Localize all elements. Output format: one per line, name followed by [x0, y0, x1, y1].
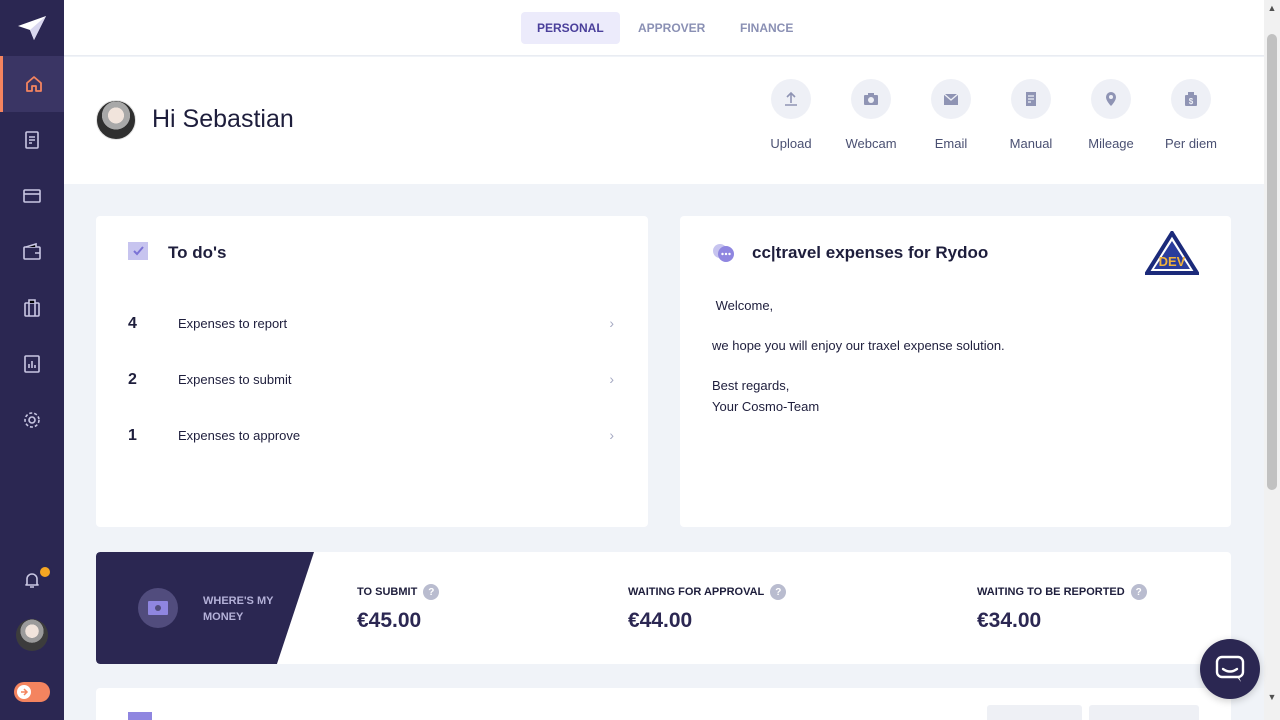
todo-title: To do's	[168, 243, 227, 262]
chat-icon	[1215, 655, 1245, 682]
banknote-icon	[138, 588, 178, 628]
todo-card: To do's 4 Expenses to report › 2 Expense…	[96, 216, 648, 527]
stat-label: WAITING FOR APPROVAL	[628, 586, 765, 598]
card-section-icon	[128, 712, 152, 720]
partial-button[interactable]	[1089, 705, 1199, 720]
wallet-icon	[23, 242, 41, 260]
tab-finance[interactable]: FINANCE	[724, 12, 809, 44]
stat-value: €44.00	[628, 609, 693, 632]
chat-launcher-button[interactable]	[1200, 639, 1260, 699]
todo-item-approve[interactable]: 1 Expenses to approve ›	[128, 427, 614, 451]
help-icon[interactable]: ?	[770, 584, 787, 600]
report-chart-icon	[24, 355, 40, 373]
user-avatar[interactable]	[96, 100, 136, 140]
card-icon	[23, 189, 41, 203]
sidebar-collapse-toggle[interactable]	[14, 682, 50, 702]
wheres-my-money-panel: WHERE'S MY MONEY TO SUBMIT? €45.00 WAITI…	[96, 552, 1231, 664]
greeting-header: Hi Sebastian Upload Webcam Email Manual …	[64, 57, 1264, 184]
chat-bubble-icon	[713, 244, 734, 262]
logo-text: DEV	[1159, 254, 1186, 269]
rydoo-logo[interactable]	[0, 0, 64, 56]
top-tab-bar: PERSONAL APPROVER FINANCE	[64, 0, 1264, 56]
luggage-icon	[24, 299, 40, 317]
tab-personal[interactable]: PERSONAL	[521, 12, 620, 44]
scroll-down-arrow-icon[interactable]: ▼	[1264, 689, 1280, 705]
chevron-right-icon: ›	[609, 315, 614, 331]
message-line: Welcome,	[712, 298, 774, 313]
webcam-label: Webcam	[845, 136, 897, 151]
money-bag-icon: $	[1185, 92, 1197, 106]
email-label: Email	[934, 136, 968, 151]
upload-label: Upload	[770, 136, 812, 151]
notification-badge	[38, 565, 52, 579]
sidebar-item-wallet[interactable]	[0, 224, 64, 280]
message-line: Best regards,	[712, 378, 790, 393]
webcam-button[interactable]: Webcam	[831, 79, 911, 151]
stat-label: TO SUBMIT	[357, 586, 418, 598]
greeting-title: Hi Sebastian	[152, 105, 294, 133]
checklist-icon	[128, 242, 148, 260]
stat-waiting-approval: WAITING FOR APPROVAL? €44.00	[628, 584, 787, 633]
location-pin-icon	[1106, 92, 1116, 106]
chevron-right-icon: ›	[609, 371, 614, 387]
camera-icon	[864, 93, 878, 105]
stat-waiting-reported: WAITING TO BE REPORTED? €34.00	[977, 584, 1147, 633]
message-line: Your Cosmo-Team	[712, 399, 820, 414]
stat-to-submit: TO SUBMIT? €45.00	[357, 584, 440, 633]
gear-icon	[24, 412, 40, 428]
scrollbar-thumb[interactable]	[1267, 34, 1277, 490]
chevron-right-icon: ›	[609, 427, 614, 443]
receipt-icon	[25, 131, 39, 149]
sidebar-item-settings[interactable]	[0, 392, 64, 448]
todo-count: 1	[128, 427, 137, 444]
sidebar-item-cards[interactable]	[0, 168, 64, 224]
per-diem-label: Per diem	[1164, 136, 1218, 151]
company-logo: DEV	[1145, 231, 1199, 275]
wheres-my-money-banner[interactable]: WHERE'S MY MONEY	[96, 552, 314, 664]
stat-label: WAITING TO BE REPORTED	[977, 586, 1125, 598]
home-icon	[25, 76, 42, 92]
todo-label: Expenses to approve	[178, 428, 301, 443]
wheres-my-money-label: WHERE'S MY MONEY	[203, 595, 274, 623]
sidebar-item-home[interactable]	[0, 56, 64, 112]
stat-value: €34.00	[977, 609, 1042, 632]
manual-button[interactable]: Manual	[991, 79, 1071, 151]
sidebar	[0, 0, 64, 720]
message-title: cc|travel expenses for Rydoo	[752, 243, 989, 262]
upload-icon	[785, 91, 797, 106]
page-scrollbar[interactable]: ▲ ▼	[1264, 0, 1280, 720]
scroll-up-arrow-icon[interactable]: ▲	[1264, 0, 1280, 16]
message-line: we hope you will enjoy our traxel expens…	[712, 338, 1005, 353]
todo-label: Expenses to report	[178, 316, 288, 331]
mail-icon	[943, 93, 959, 105]
company-message-card: cc|travel expenses for Rydoo DEV Welcome…	[680, 216, 1231, 527]
email-button[interactable]: Email	[911, 79, 991, 151]
todo-count: 2	[128, 371, 137, 388]
sidebar-item-expenses[interactable]	[0, 112, 64, 168]
todo-label: Expenses to submit	[178, 372, 292, 387]
upload-button[interactable]: Upload	[751, 79, 831, 151]
manual-label: Manual	[1009, 136, 1053, 151]
document-icon	[1026, 92, 1036, 106]
help-icon[interactable]: ?	[1130, 584, 1147, 600]
partial-button[interactable]	[987, 705, 1082, 720]
arrow-right-icon	[17, 685, 31, 699]
svg-text:$: $	[1189, 97, 1194, 106]
help-icon[interactable]: ?	[423, 584, 440, 600]
per-diem-button[interactable]: $ Per diem	[1151, 79, 1231, 151]
mileage-label: Mileage	[1088, 136, 1134, 151]
tab-approver[interactable]: APPROVER	[622, 12, 721, 44]
paper-plane-logo-icon	[18, 16, 46, 40]
sidebar-item-notifications[interactable]	[0, 552, 64, 608]
sidebar-item-travel[interactable]	[0, 280, 64, 336]
mileage-button[interactable]: Mileage	[1071, 79, 1151, 151]
todo-item-report[interactable]: 4 Expenses to report ›	[128, 315, 614, 339]
todo-item-submit[interactable]: 2 Expenses to submit ›	[128, 371, 614, 395]
sidebar-avatar[interactable]	[16, 619, 48, 651]
stat-value: €45.00	[357, 609, 422, 632]
sidebar-item-reports[interactable]	[0, 336, 64, 392]
partial-card	[96, 688, 1231, 720]
todo-count: 4	[128, 315, 137, 332]
